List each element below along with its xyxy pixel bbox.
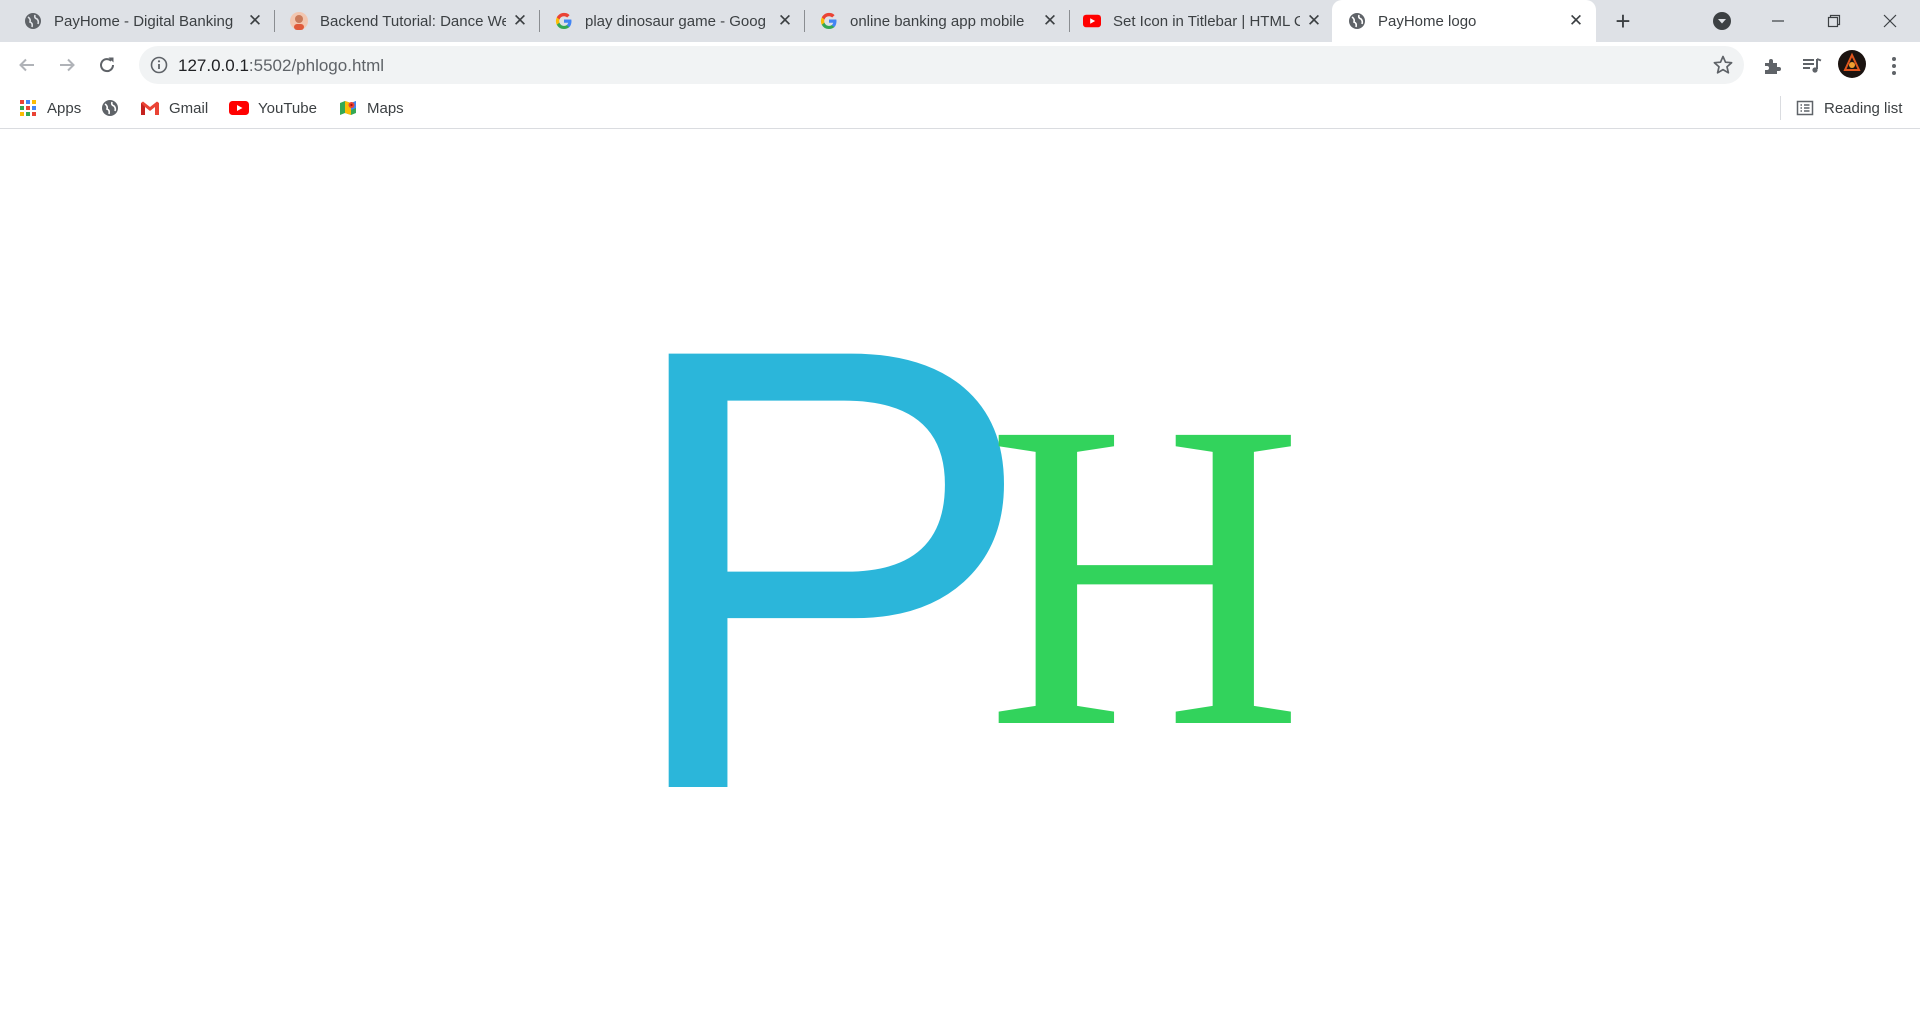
restore-icon	[1827, 14, 1841, 28]
close-icon	[1883, 14, 1897, 28]
site-info-icon[interactable]	[149, 55, 169, 75]
bookmark-label: Maps	[367, 99, 404, 117]
logo-letter-h: H	[986, 332, 1304, 819]
bookmark-label: Gmail	[169, 99, 209, 117]
page-content: P H	[0, 129, 1920, 1030]
logo-letter-p: P	[617, 217, 1037, 921]
extensions-button[interactable]	[1760, 54, 1784, 78]
bookmark-gmail[interactable]: Gmail	[140, 96, 208, 120]
tab-title: Set Icon in Titlebar | HTML C	[1113, 12, 1300, 30]
globe-icon	[1348, 12, 1366, 30]
tab-backend-tutorial[interactable]: Backend Tutorial: Dance We ✕	[276, 0, 540, 42]
bookmark-youtube[interactable]: YouTube	[229, 96, 317, 120]
tab-title: PayHome logo	[1378, 12, 1477, 30]
arrow-left-icon	[19, 58, 34, 72]
tab-set-icon-in-titlebar[interactable]: Set Icon in Titlebar | HTML C ✕	[1071, 0, 1334, 42]
gmail-icon	[140, 98, 160, 118]
minimize-icon	[1772, 20, 1784, 22]
bookmark-label: Apps	[47, 99, 82, 117]
playlist-music-icon	[1803, 58, 1822, 73]
tab-title: online banking app mobile	[850, 12, 1025, 30]
bookmark-apps[interactable]: Apps	[18, 96, 81, 120]
tab-strip: PayHome - Digital Banking ✕ Backend Tuto…	[0, 0, 1920, 42]
avatar-icon	[1838, 50, 1866, 78]
globe-icon	[24, 12, 42, 30]
close-tab-icon[interactable]: ✕	[1304, 11, 1324, 31]
forward-button[interactable]	[52, 50, 82, 80]
payhome-logo: P H	[617, 217, 1304, 921]
tab-search-button[interactable]	[1694, 0, 1750, 42]
restore-button[interactable]	[1806, 0, 1862, 42]
globe-icon	[100, 98, 120, 118]
chevron-down-circle-icon	[1713, 12, 1731, 30]
browser-toolbar: 127.0.0.1:5502/phlogo.html	[0, 42, 1920, 88]
tab-online-banking-app[interactable]: online banking app mobile ✕	[806, 0, 1070, 42]
close-tab-icon[interactable]: ✕	[245, 11, 265, 31]
browser-menu-button[interactable]	[1882, 54, 1906, 78]
bookmark-label: YouTube	[258, 99, 317, 117]
bookmark-star-icon[interactable]	[1712, 54, 1734, 76]
tab-separator	[539, 10, 540, 32]
bookmark-globe[interactable]	[100, 96, 129, 120]
new-tab-button[interactable]: +	[1609, 8, 1637, 36]
maps-icon	[338, 98, 358, 118]
back-button[interactable]	[12, 50, 42, 80]
close-tab-icon[interactable]: ✕	[1040, 11, 1060, 31]
reading-list-icon	[1795, 98, 1815, 118]
media-control-button[interactable]	[1800, 54, 1824, 78]
url-host: 127.0.0.1	[178, 56, 249, 75]
reading-list-button[interactable]: Reading list	[1795, 96, 1902, 120]
tab-play-dinosaur-game[interactable]: play dinosaur game - Goog ✕	[541, 0, 805, 42]
tab-separator	[274, 10, 275, 32]
reload-icon	[100, 57, 115, 73]
kebab-menu-icon	[1892, 57, 1896, 75]
address-bar[interactable]: 127.0.0.1:5502/phlogo.html	[139, 46, 1744, 84]
close-tab-icon[interactable]: ✕	[510, 11, 530, 31]
profile-avatar[interactable]	[1838, 50, 1866, 78]
bookmark-label: Reading list	[1824, 99, 1903, 117]
google-icon	[820, 12, 838, 30]
tab-title: play dinosaur game - Goog	[585, 12, 766, 30]
tab-title: PayHome - Digital Banking	[54, 12, 234, 30]
bookmark-maps[interactable]: Maps	[338, 96, 404, 120]
url-text[interactable]: 127.0.0.1:5502/phlogo.html	[178, 56, 384, 76]
google-icon	[555, 12, 573, 30]
bookmarks-bar: Apps Gmail YouTube Maps Reading list	[0, 88, 1920, 129]
avatar-favicon-icon	[290, 12, 308, 30]
tab-payhome-digital-banking[interactable]: PayHome - Digital Banking ✕	[0, 0, 275, 42]
reload-button[interactable]	[92, 50, 122, 80]
minimize-button[interactable]	[1750, 0, 1806, 42]
close-tab-icon[interactable]: ✕	[775, 11, 795, 31]
bookmarks-separator	[1780, 96, 1781, 120]
tab-separator	[1069, 10, 1070, 32]
apps-grid-icon	[18, 98, 38, 118]
close-tab-icon[interactable]: ✕	[1566, 11, 1586, 31]
tab-payhome-logo[interactable]: PayHome logo ✕	[1332, 0, 1596, 42]
youtube-icon	[1083, 12, 1101, 30]
arrow-right-icon	[60, 58, 75, 72]
url-path: :5502/phlogo.html	[248, 56, 385, 75]
youtube-icon	[229, 98, 249, 118]
tab-title: Backend Tutorial: Dance We	[320, 12, 506, 30]
close-window-button[interactable]	[1862, 0, 1918, 42]
puzzle-icon	[1765, 59, 1781, 74]
tab-separator	[804, 10, 805, 32]
